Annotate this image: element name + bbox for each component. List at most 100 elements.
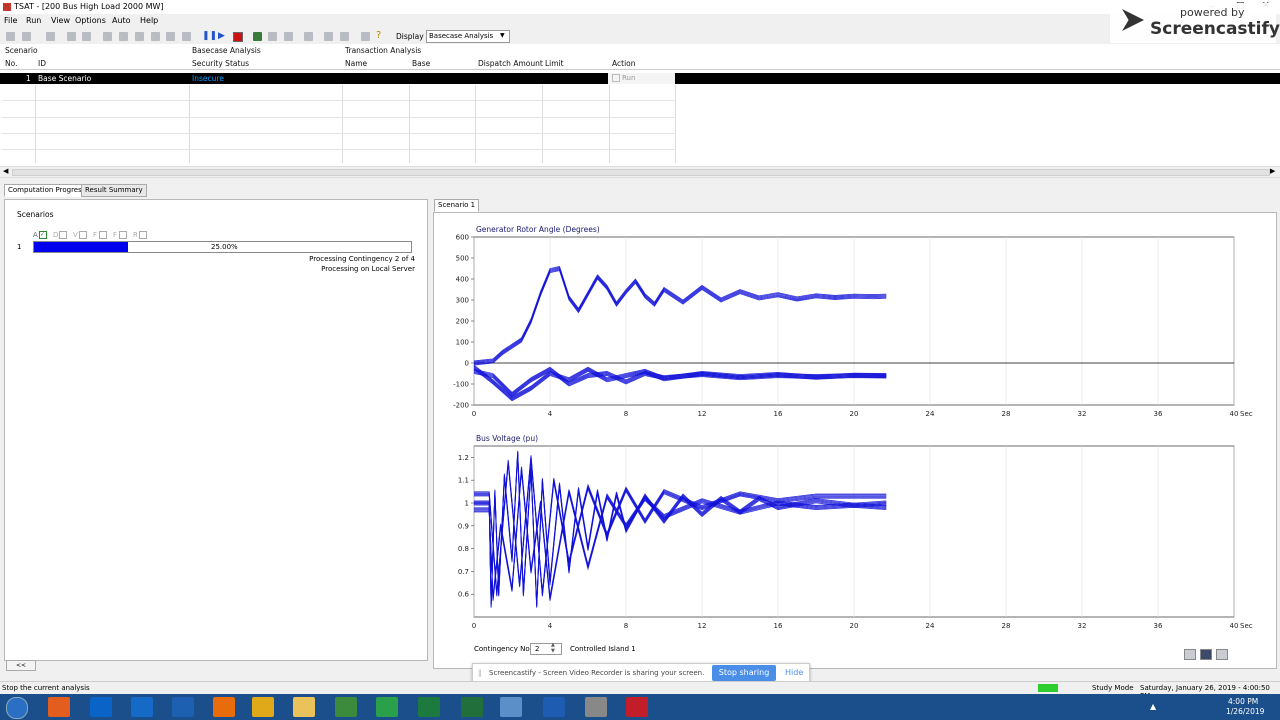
monitor-icon[interactable] bbox=[500, 697, 522, 717]
horizontal-scrollbar[interactable]: ◀ ▶ bbox=[0, 166, 1280, 178]
export-icon[interactable] bbox=[268, 32, 277, 41]
list-icon[interactable] bbox=[182, 32, 191, 41]
flag-d-checkbox[interactable] bbox=[59, 231, 67, 239]
x-tick-label: 20 bbox=[850, 622, 859, 630]
x-tick-label: 12 bbox=[698, 622, 707, 630]
pause-icon[interactable]: ❚❚ bbox=[202, 31, 217, 41]
scroll-thumb[interactable] bbox=[12, 169, 1270, 176]
book-icon[interactable] bbox=[361, 32, 370, 41]
hide-button[interactable]: Hide bbox=[785, 668, 803, 677]
run-checkbox[interactable] bbox=[612, 74, 620, 82]
flag-v-label: V bbox=[73, 231, 78, 239]
help-icon[interactable]: ? bbox=[376, 30, 381, 41]
matlab-icon[interactable] bbox=[48, 697, 70, 717]
print-chart-icon[interactable] bbox=[1216, 649, 1228, 660]
contingency-stepper[interactable]: 2 bbox=[530, 643, 562, 655]
export-chart-icon[interactable] bbox=[1184, 649, 1196, 660]
study-mode-label: Study Mode bbox=[1092, 684, 1134, 692]
menu-view[interactable]: View bbox=[51, 16, 70, 25]
outlook-icon[interactable] bbox=[90, 697, 112, 717]
clock-date: 1/26/2019 bbox=[1226, 707, 1265, 716]
open-icon[interactable] bbox=[22, 32, 31, 41]
table-icon[interactable] bbox=[166, 32, 175, 41]
x-tick-label: 0 bbox=[472, 410, 476, 418]
report-icon[interactable] bbox=[284, 32, 293, 41]
menu-help[interactable]: Help bbox=[140, 16, 158, 25]
x-axis-label: Sec bbox=[1240, 410, 1253, 418]
paste-icon[interactable] bbox=[135, 32, 144, 41]
cut-icon[interactable] bbox=[103, 32, 112, 41]
flag-a-checkbox[interactable]: ✓ bbox=[39, 231, 47, 239]
sharing-message: Screencastify - Screen Video Recorder is… bbox=[489, 669, 705, 677]
x-tick-label: 16 bbox=[774, 622, 783, 630]
x-tick-label: 8 bbox=[624, 410, 628, 418]
flag-r-checkbox[interactable] bbox=[139, 231, 147, 239]
display-select[interactable]: Basecase Analysis bbox=[426, 30, 510, 43]
window-icon[interactable] bbox=[340, 32, 349, 41]
progress-status-contingency: Processing Contingency 2 of 4 bbox=[309, 255, 415, 263]
menu-auto[interactable]: Auto bbox=[112, 16, 131, 25]
column-header-dispatch[interactable]: Dispatch Amount bbox=[478, 59, 543, 68]
x-tick-label: 4 bbox=[548, 622, 553, 630]
menu-file[interactable]: File bbox=[4, 16, 17, 25]
run-icon[interactable] bbox=[253, 32, 262, 41]
group-header-transaction: Transaction Analysis bbox=[345, 46, 422, 55]
step-icon[interactable]: ▶ bbox=[218, 31, 225, 41]
grid-icon[interactable] bbox=[151, 32, 160, 41]
file-explorer-icon[interactable] bbox=[293, 697, 315, 717]
header-divider bbox=[0, 69, 1280, 70]
flag-v-checkbox[interactable] bbox=[79, 231, 87, 239]
x-tick-label: 24 bbox=[926, 622, 935, 630]
stop-icon[interactable] bbox=[233, 32, 243, 42]
scroll-right-icon[interactable]: ▶ bbox=[1270, 167, 1275, 175]
screencastify-watermark: powered by Screencastify bbox=[1110, 3, 1280, 43]
tsat-icon[interactable] bbox=[626, 697, 648, 717]
column-header-base[interactable]: Base bbox=[412, 59, 430, 68]
collapse-button[interactable]: << bbox=[6, 660, 36, 671]
app-chart-icon[interactable] bbox=[376, 697, 398, 717]
excel-icon[interactable] bbox=[418, 697, 440, 717]
firefox-icon[interactable] bbox=[213, 697, 235, 717]
pycharm-icon[interactable] bbox=[461, 697, 483, 717]
y-tick-label: 0.9 bbox=[458, 522, 469, 530]
tool-icon[interactable] bbox=[585, 697, 607, 717]
save-icon[interactable] bbox=[46, 32, 55, 41]
zoom-icon[interactable] bbox=[324, 32, 333, 41]
x-tick-label: 28 bbox=[1002, 622, 1011, 630]
column-header-id[interactable]: ID bbox=[38, 59, 46, 68]
action-cell[interactable]: Run bbox=[608, 73, 675, 84]
drag-handle-icon[interactable]: ‖ bbox=[478, 669, 482, 677]
tab-computation-progress[interactable]: Computation Progress bbox=[4, 184, 90, 197]
settings-icon[interactable] bbox=[82, 32, 91, 41]
column-header-limit[interactable]: Limit bbox=[545, 59, 564, 68]
flag-f-checkbox[interactable] bbox=[99, 231, 107, 239]
table-row[interactable]: 1 Base Scenario Insecure Run bbox=[0, 73, 1280, 84]
stepper-arrows-icon[interactable]: ▲ ▼ bbox=[551, 642, 555, 654]
row-id: Base Scenario bbox=[38, 74, 92, 83]
column-header-security[interactable]: Security Status bbox=[192, 59, 249, 68]
column-header-no[interactable]: No. bbox=[5, 59, 17, 68]
menu-options[interactable]: Options bbox=[75, 16, 106, 25]
start-icon[interactable] bbox=[6, 697, 28, 719]
menu-run[interactable]: Run bbox=[26, 16, 41, 25]
new-icon[interactable] bbox=[6, 32, 15, 41]
skype-icon[interactable] bbox=[131, 697, 153, 717]
tab-scenario-1[interactable]: Scenario 1 bbox=[434, 199, 480, 212]
chrome-icon[interactable] bbox=[252, 697, 274, 717]
tray-chevron-icon[interactable]: ▲ bbox=[1150, 702, 1156, 711]
chart-icon[interactable] bbox=[304, 32, 313, 41]
copy-icon[interactable] bbox=[119, 32, 128, 41]
calculator-icon[interactable] bbox=[172, 697, 194, 717]
word-icon[interactable] bbox=[543, 697, 565, 717]
scroll-left-icon[interactable]: ◀ bbox=[3, 167, 8, 175]
print-icon[interactable] bbox=[67, 32, 76, 41]
column-header-name[interactable]: Name bbox=[345, 59, 367, 68]
column-header-action[interactable]: Action bbox=[612, 59, 636, 68]
flag-f2-checkbox[interactable] bbox=[119, 231, 127, 239]
stop-sharing-button[interactable]: Stop sharing bbox=[712, 665, 776, 681]
y-tick-label: 200 bbox=[456, 318, 469, 326]
tab-result-summary[interactable]: Result Summary bbox=[81, 184, 147, 197]
app-green-icon[interactable] bbox=[335, 697, 357, 717]
chevron-down-icon[interactable]: ▼ bbox=[500, 32, 505, 39]
save-chart-icon[interactable] bbox=[1200, 649, 1212, 660]
